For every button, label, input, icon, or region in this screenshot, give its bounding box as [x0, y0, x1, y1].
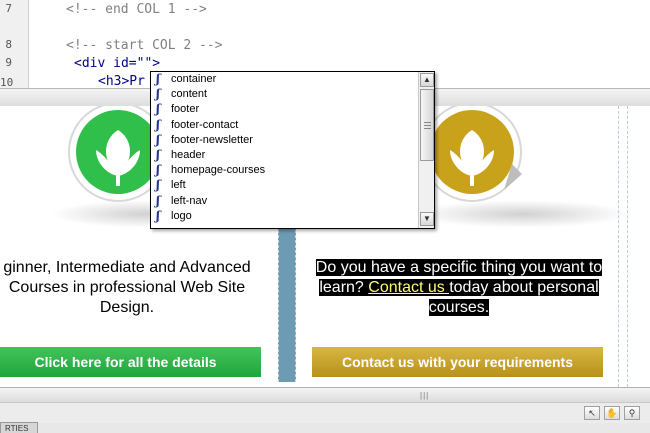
col1-text-line2: Courses in professional Web Site: [8, 279, 246, 296]
id-attribute-icon: ʃ: [156, 102, 160, 117]
column-right-edge: [618, 106, 628, 387]
col2-text-line3: courses.: [304, 298, 614, 318]
code-hint-item[interactable]: ʃ left-nav: [151, 194, 419, 209]
id-attribute-icon: ʃ: [156, 72, 160, 86]
logo-shadow: [412, 200, 632, 228]
code-hint-label: footer-newsletter: [171, 133, 253, 146]
leaf-logo-gold: [422, 106, 522, 202]
requirements-cta-button[interactable]: Contact us with your requirements: [312, 347, 603, 377]
properties-panel-tab[interactable]: RTIES: [0, 422, 38, 433]
contact-us-link[interactable]: Contact us: [368, 279, 450, 296]
code-hint-item[interactable]: ʃ footer: [151, 102, 419, 117]
code-line-div[interactable]: <div id="">: [74, 56, 160, 71]
id-attribute-icon: ʃ: [156, 132, 160, 147]
col1-text-line3: Design.: [99, 299, 155, 316]
col2-text-line1-span: Do you have a specific thing you want to: [315, 259, 603, 276]
code-hint-label: footer-contact: [171, 118, 239, 131]
col2-text-learn: learn?: [319, 279, 369, 296]
code-line-h3[interactable]: <h3>Pr: [98, 74, 145, 89]
zoom-tool-icon[interactable]: ⚲: [624, 406, 640, 420]
code-hint-label: left-nav: [171, 194, 208, 207]
code-hint-item[interactable]: ʃ header: [151, 148, 419, 163]
code-hint-label: homepage-courses: [171, 164, 266, 177]
id-attribute-icon: ʃ: [156, 208, 160, 223]
code-hint-item[interactable]: ʃ homepage-courses: [151, 163, 419, 178]
code-hint-scrollbar[interactable]: ▲ ▼: [418, 72, 434, 228]
code-hint-label: header: [171, 148, 206, 161]
hand-tool-icon[interactable]: ✋: [604, 406, 620, 420]
line-number: 8: [5, 38, 12, 51]
scroll-down-icon[interactable]: ▼: [420, 212, 434, 226]
col1-text-line1: ginner, Intermediate and Advanced: [3, 259, 251, 276]
id-attribute-icon: ʃ: [156, 87, 160, 102]
code-hint-label: left: [171, 179, 186, 192]
code-hint-item[interactable]: ʃ left: [151, 178, 419, 193]
code-hint-item[interactable]: ʃ container: [151, 72, 419, 87]
code-hint-label: logo: [171, 209, 192, 222]
col2-text-today: today about personal: [449, 279, 599, 296]
code-hint-item[interactable]: ʃ content: [151, 87, 419, 102]
code-line-start-col2[interactable]: <!-- start COL 2 -->: [66, 38, 223, 53]
scrollbar-grip-icon: |||: [420, 391, 430, 400]
scrollbar-thumb[interactable]: [420, 89, 434, 161]
code-hint-item[interactable]: ʃ footer-contact: [151, 118, 419, 133]
code-hint-item[interactable]: ʃ footer-newsletter: [151, 133, 419, 148]
id-attribute-icon: ʃ: [156, 147, 160, 162]
code-line-end-col1[interactable]: <!-- end COL 1 -->: [66, 2, 207, 17]
code-hint-label: footer: [171, 103, 200, 116]
code-hint-label: container: [171, 73, 217, 85]
col2-text-line1: Do you have a specific thing you want to: [304, 258, 614, 278]
id-attribute-icon: ʃ: [156, 193, 160, 208]
pointer-tool-icon[interactable]: ↖: [584, 406, 600, 420]
details-cta-button[interactable]: Click here for all the details: [0, 347, 261, 377]
line-number-gutter: 7 8 9 10: [0, 0, 29, 90]
code-hint-item[interactable]: ʃ logo: [151, 209, 419, 224]
div-tag-text: <div id=": [74, 56, 145, 71]
code-hint-list[interactable]: ʃ container ʃ content ʃ footer ʃ footer-cont…: [151, 72, 419, 224]
design-view-horizontal-scrollbar[interactable]: |||: [0, 387, 650, 402]
line-number: 7: [5, 2, 12, 15]
id-attribute-icon: ʃ: [156, 117, 160, 132]
code-hint-label: content: [171, 88, 208, 101]
h3-tag-text: <h3>Pr: [98, 74, 145, 89]
div-tag-close: >: [152, 56, 161, 71]
status-bar: ↖ ✋ ⚲: [0, 402, 650, 423]
col2-text-courses: courses.: [428, 299, 490, 316]
line-number: 9: [5, 56, 12, 69]
id-attribute-icon: ʃ: [156, 178, 160, 193]
id-attribute-icon: ʃ: [156, 163, 160, 178]
code-hint-popup[interactable]: ʃ container ʃ content ʃ footer ʃ footer-cont…: [150, 71, 435, 229]
col2-text-line2: learn? Contact us today about personal: [304, 278, 614, 298]
scroll-up-icon[interactable]: ▲: [420, 73, 434, 87]
